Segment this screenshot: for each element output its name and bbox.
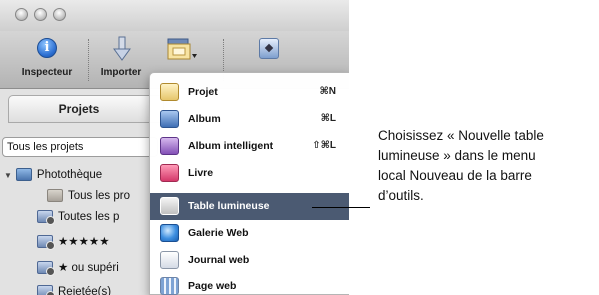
smart-album-icon <box>37 285 55 295</box>
menu-item-livre[interactable]: Livre <box>150 160 349 187</box>
project-icon <box>160 83 179 101</box>
menu-item-album[interactable]: Album ⌘L <box>150 106 349 133</box>
tree-item-label: ★ ou supéri <box>58 262 119 274</box>
import-label: Importer <box>100 67 142 78</box>
folder-icon <box>47 189 63 203</box>
callout-line-3: local Nouveau de la barre <box>378 168 532 183</box>
new-dropdown-menu: Projet ⌘N Album ⌘L Album intelligent ⇧⌘L… <box>149 72 349 295</box>
menu-item-label: Galerie Web <box>188 227 249 239</box>
menu-item-label: Table lumineuse <box>188 200 270 212</box>
smart-album-icon <box>160 137 179 155</box>
menu-item-label: Album intelligent <box>188 140 274 152</box>
menu-item-label: Livre <box>188 167 214 179</box>
import-button[interactable]: Importer <box>90 31 152 89</box>
menu-item-label: Journal web <box>188 254 250 266</box>
tree-item-library[interactable]: ▼ Photothèque <box>4 165 102 186</box>
callout-text: Choisissez « Nouvelle table lumineuse » … <box>378 126 596 206</box>
library-icon <box>15 168 32 182</box>
smart-album-icon <box>37 261 55 277</box>
tree-item-rejected[interactable]: Rejetée(s) <box>37 282 111 295</box>
menu-item-label: Album <box>188 113 221 125</box>
toolbar-button[interactable] <box>255 31 295 71</box>
disclosure-triangle-icon[interactable]: ▼ <box>4 165 12 186</box>
smart-album-icon <box>37 210 55 226</box>
tree-item-five-stars[interactable]: ★★★★★ <box>37 232 110 253</box>
minimize-window-button[interactable] <box>34 8 47 21</box>
callout-line-4: d’outils. <box>378 188 424 203</box>
toolbar-separator <box>88 39 89 81</box>
tree-item-one-star-or-more[interactable]: ★ ou supéri <box>37 258 119 279</box>
close-window-button[interactable] <box>15 8 28 21</box>
smart-album-icon <box>37 235 55 251</box>
projects-filter-select[interactable]: Tous les projets <box>2 137 158 157</box>
menu-item-projet[interactable]: Projet ⌘N <box>150 79 349 106</box>
menu-item-shortcut: ⇧⌘L <box>312 140 336 151</box>
import-arrow-icon <box>113 36 131 61</box>
new-project-icon <box>167 38 197 60</box>
projects-panel: Projets Tous les projets ▼ Photothèque To… <box>0 89 164 295</box>
web-page-icon <box>160 277 179 295</box>
projects-tab[interactable]: Projets <box>8 95 164 123</box>
new-menu-button[interactable] <box>166 31 206 71</box>
tree-item-label: Toutes les p <box>58 211 120 223</box>
menu-item-label: Page web <box>188 280 237 292</box>
menu-item-album-intelligent[interactable]: Album intelligent ⇧⌘L <box>150 133 349 160</box>
menu-item-shortcut: ⌘L <box>320 113 336 124</box>
menu-item-shortcut: ⌘N <box>319 86 337 97</box>
inspector-label: Inspecteur <box>21 67 73 78</box>
info-icon: i <box>37 38 57 58</box>
callout-leader-line <box>312 207 370 208</box>
tree-item-label: ★★★★★ <box>58 236 110 248</box>
title-bar <box>0 0 349 31</box>
tree-item-label: Tous les pro <box>68 190 131 202</box>
callout-line-2: lumineuse » dans le menu <box>378 148 536 163</box>
web-journal-icon <box>160 251 179 269</box>
web-gallery-icon <box>160 224 179 242</box>
tree-item-all-projects[interactable]: Tous les pro <box>47 186 130 207</box>
album-icon <box>160 110 179 128</box>
tree-item-all-photos[interactable]: Toutes les p <box>37 207 119 228</box>
light-table-icon <box>160 197 179 215</box>
callout-line-1: Choisissez « Nouvelle table <box>378 128 544 143</box>
tree-item-label: Photothèque <box>36 169 103 181</box>
menu-item-galerie-web[interactable]: Galerie Web <box>150 220 349 247</box>
menu-item-page-web[interactable]: Page web <box>150 273 349 295</box>
menu-item-journal-web[interactable]: Journal web <box>150 247 349 274</box>
inspector-button[interactable]: i Inspecteur <box>17 31 77 89</box>
book-icon <box>160 164 179 182</box>
menu-item-label: Projet <box>188 86 218 98</box>
toolbar-tool-icon <box>259 38 279 59</box>
panel-title: Projets <box>58 102 100 116</box>
tree-item-label: Rejetée(s) <box>58 286 112 295</box>
zoom-window-button[interactable] <box>53 8 66 21</box>
aperture-window: i Inspecteur Importer Projets Tous les p… <box>0 0 349 295</box>
